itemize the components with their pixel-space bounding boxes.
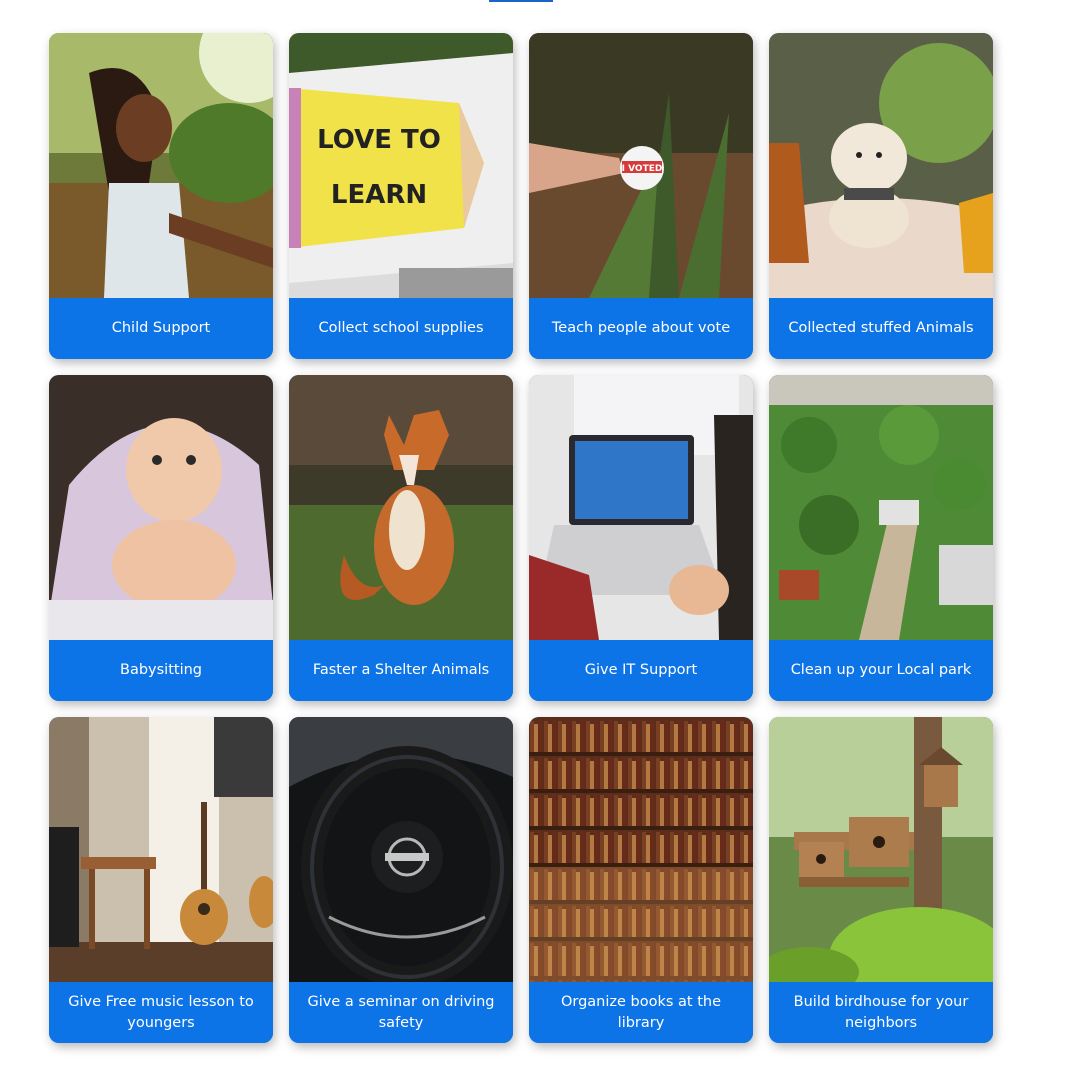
birdhouse-tree-photo xyxy=(769,717,993,982)
library-bookshelf-photo xyxy=(529,717,753,982)
baby-under-blanket-photo xyxy=(49,375,273,640)
svg-text:I VOTED: I VOTED xyxy=(622,164,663,174)
activity-card-stuffed-animals[interactable]: Collected stuffed Animals xyxy=(769,33,993,359)
activity-card-vote[interactable]: I VOTED Teach people about vote xyxy=(529,33,753,359)
card-label: Faster a Shelter Animals xyxy=(289,640,513,701)
i-voted-sticker-photo: I VOTED xyxy=(529,33,753,298)
card-label: Organize books at the library xyxy=(529,982,753,1043)
activity-card-driving-safety[interactable]: Give a seminar on driving safety xyxy=(289,717,513,1043)
fox-in-grass-photo xyxy=(289,375,513,640)
card-label: Give Free music lesson to youngers xyxy=(49,982,273,1043)
activity-card-child-support[interactable]: Child Support xyxy=(49,33,273,359)
girl-outdoors-photo xyxy=(49,33,273,298)
love-to-learn-pencil-photo: LOVE TO LEARN xyxy=(289,33,513,298)
card-label: Babysitting xyxy=(49,640,273,701)
poodle-dog-photo xyxy=(769,33,993,298)
card-label: Give a seminar on driving safety xyxy=(289,982,513,1043)
card-label: Clean up your Local park xyxy=(769,640,993,701)
volunteer-activity-grid: Child Support LOVE TO LEARN Collect scho… xyxy=(49,33,993,1043)
activity-card-local-park[interactable]: Clean up your Local park xyxy=(769,375,993,701)
active-tab-underline xyxy=(489,0,553,2)
activity-card-library[interactable]: Organize books at the library xyxy=(529,717,753,1043)
activity-card-music-lesson[interactable]: Give Free music lesson to youngers xyxy=(49,717,273,1043)
card-label: Collected stuffed Animals xyxy=(769,298,993,359)
card-label: Build birdhouse for your neighbors xyxy=(769,982,993,1043)
laptop-typing-photo xyxy=(529,375,753,640)
guitar-room-photo xyxy=(49,717,273,982)
svg-text:LOVE TO: LOVE TO xyxy=(317,125,441,155)
activity-card-babysitting[interactable]: Babysitting xyxy=(49,375,273,701)
activity-card-birdhouse[interactable]: Build birdhouse for your neighbors xyxy=(769,717,993,1043)
steering-wheel-photo xyxy=(289,717,513,982)
card-label: Give IT Support xyxy=(529,640,753,701)
card-label: Collect school supplies xyxy=(289,298,513,359)
activity-card-school-supplies[interactable]: LOVE TO LEARN Collect school supplies xyxy=(289,33,513,359)
card-label: Child Support xyxy=(49,298,273,359)
activity-card-shelter-animals[interactable]: Faster a Shelter Animals xyxy=(289,375,513,701)
svg-text:LEARN: LEARN xyxy=(331,180,427,210)
activity-card-it-support[interactable]: Give IT Support xyxy=(529,375,753,701)
card-label: Teach people about vote xyxy=(529,298,753,359)
city-park-aerial-photo xyxy=(769,375,993,640)
